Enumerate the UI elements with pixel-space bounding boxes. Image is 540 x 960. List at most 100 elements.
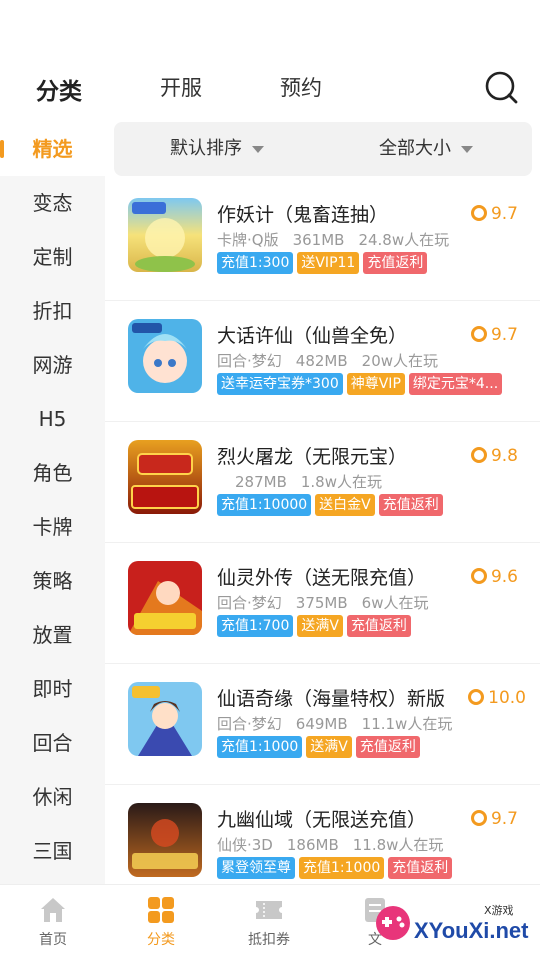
rating-value: 9.7 (490, 204, 518, 224)
game-icon-dahuaxuxian[interactable] (128, 319, 202, 393)
rating-value: 9.8 (490, 446, 518, 466)
medal-icon (470, 205, 487, 221)
sidebar-item-label: 策略 (32, 569, 73, 593)
tag-badge: 送满V (306, 736, 352, 758)
sidebar-item-casual[interactable]: 休闲 (0, 770, 105, 824)
game-size: 649MB (295, 715, 348, 733)
game-players: 11.8w人在玩 (352, 836, 444, 854)
tab-reserve-label: 预约 (280, 76, 322, 100)
size-dropdown-label: 全部大小 (379, 138, 451, 159)
sidebar-item-rpg[interactable]: 角色 (0, 446, 105, 500)
tag-badge: 送VIP11 (297, 252, 360, 274)
medal-icon (470, 447, 487, 463)
sidebar-item-card[interactable]: 卡牌 (0, 500, 105, 554)
game-size: 361MB (292, 231, 345, 249)
search-icon (485, 71, 518, 104)
sidebar-item-turn[interactable]: 回合 (0, 716, 105, 770)
nav-home-label: 首页 (39, 932, 67, 948)
game-meta: 仙侠·3D 186MB 11.8w人在玩 (217, 834, 457, 855)
tab-category[interactable]: 分类 (36, 72, 82, 106)
category-sidebar: 精选 变态 定制 折扣 网游 H5 角色 卡牌 策略 放置 即时 回合 休闲 三… (0, 122, 105, 884)
game-icon-liehuotulong[interactable] (128, 440, 202, 514)
tab-reserve[interactable]: 预约 (280, 72, 322, 102)
tag-badge: 累登领至尊 (217, 857, 295, 879)
sidebar-item-bt[interactable]: 变态 (0, 176, 105, 230)
nav-home[interactable]: 首页 (18, 895, 88, 949)
game-genre: 回合·梦幻 (217, 352, 282, 370)
sidebar-item-label: 休闲 (32, 785, 73, 809)
game-rating: 9.7 (470, 809, 518, 829)
sidebar-item-label: 三国 (32, 839, 73, 863)
list-item[interactable]: 大话许仙（仙兽全免） 回合·梦幻 482MB 20w人在玩 送幸运夺宝券*300 神尊… (105, 301, 540, 422)
game-genre: 卡牌·Q版 (217, 231, 279, 249)
nav-category-label: 分类 (147, 932, 175, 948)
sidebar-item-label: 卡牌 (32, 515, 73, 539)
game-players: 11.1w人在玩 (361, 715, 453, 733)
sidebar-item-realtime[interactable]: 即时 (0, 662, 105, 716)
tag-row: 充值1:700 送满V 充值返利 (217, 615, 415, 637)
game-title: 仙语奇缘（海量特权）新版 (217, 688, 446, 710)
size-dropdown[interactable]: 全部大小 (379, 122, 473, 176)
tag-badge: 充值1:10000 (217, 494, 312, 516)
sidebar-item-featured[interactable]: 精选 (0, 122, 105, 176)
sidebar-item-custom[interactable]: 定制 (0, 230, 105, 284)
list-item[interactable]: 仙语奇缘（海量特权）新版 回合·梦幻 649MB 11.1w人在玩 充值1:1000… (105, 664, 540, 785)
tag-badge: 送白金V (315, 494, 375, 516)
sidebar-item-online[interactable]: 网游 (0, 338, 105, 392)
watermark-text: XYouXi.net (414, 918, 529, 943)
sidebar-active-indicator (0, 140, 4, 158)
game-rating: 9.8 (470, 446, 518, 466)
nav-category[interactable]: 分类 (126, 895, 196, 949)
sort-dropdown[interactable]: 默认排序 (170, 122, 264, 176)
sidebar-item-discount[interactable]: 折扣 (0, 284, 105, 338)
sidebar-item-strategy[interactable]: 策略 (0, 554, 105, 608)
nav-coupon[interactable]: 抵扣券 (234, 895, 304, 949)
game-genre: 回合·梦幻 (217, 594, 282, 612)
tab-open-server[interactable]: 开服 (160, 72, 202, 102)
game-icon-zuoyaoji[interactable] (128, 198, 202, 272)
list-item[interactable]: 烈火屠龙（无限元宝） 287MB 1.8w人在玩 充值1:10000 送白金V 充值返… (105, 422, 540, 543)
medal-icon (468, 689, 485, 705)
filter-bar: 默认排序 全部大小 (114, 122, 532, 176)
tag-badge: 绑定元宝*4... (408, 373, 503, 395)
nav-coupon-label: 抵扣券 (248, 932, 290, 948)
tag-badge: 充值1:1000 (299, 857, 385, 879)
game-icon-jiuyouxianyu[interactable] (128, 803, 202, 877)
tag-badge: 充值返利 (363, 252, 428, 274)
game-genre: 仙侠·3D (217, 836, 273, 854)
tag-badge: 充值1:300 (217, 252, 294, 274)
tag-badge: 充值返利 (346, 615, 411, 637)
caret-down-icon (252, 145, 264, 153)
watermark-small-text: X游戏 (484, 904, 514, 917)
category-icon (148, 897, 174, 923)
sidebar-item-three-kingdoms[interactable]: 三国 (0, 824, 105, 878)
tag-badge: 送幸运夺宝券*300 (217, 373, 343, 395)
game-title: 作妖计（鬼畜连抽） (217, 204, 389, 226)
tag-badge: 送满V (297, 615, 343, 637)
sidebar-item-label: 变态 (32, 191, 73, 215)
sidebar-item-idle[interactable]: 放置 (0, 608, 105, 662)
sidebar-item-h5[interactable]: H5 (0, 392, 105, 446)
sidebar-item-label: 精选 (32, 137, 73, 161)
tab-open-server-label: 开服 (160, 76, 202, 100)
game-title: 九幽仙域（无限送充值） (217, 809, 427, 831)
rating-value: 10.0 (488, 688, 526, 708)
medal-icon (470, 810, 487, 826)
game-meta: 287MB 1.8w人在玩 (235, 471, 396, 492)
list-item[interactable]: 仙灵外传（送无限充值） 回合·梦幻 375MB 6w人在玩 充值1:700 送满V 充值… (105, 543, 540, 664)
game-players: 20w人在玩 (361, 352, 439, 370)
game-icon-xianlingwaizhuan[interactable] (128, 561, 202, 635)
tag-row: 充值1:1000 送满V 充值返利 (217, 736, 424, 758)
list-item[interactable]: 作妖计（鬼畜连抽） 卡牌·Q版 361MB 24.8w人在玩 充值1:300 送VIP… (105, 180, 540, 301)
game-genre: 回合·梦幻 (217, 715, 282, 733)
game-title: 大话许仙（仙兽全免） (217, 325, 408, 347)
game-list: 作妖计（鬼畜连抽） 卡牌·Q版 361MB 24.8w人在玩 充值1:300 送VIP… (105, 180, 540, 906)
search-button[interactable] (484, 70, 518, 104)
game-meta: 卡牌·Q版 361MB 24.8w人在玩 (217, 229, 463, 250)
game-size: 375MB (295, 594, 348, 612)
game-players: 24.8w人在玩 (358, 231, 450, 249)
game-icon-xianyuqiyuan[interactable] (128, 682, 202, 756)
sidebar-item-label: H5 (38, 407, 67, 431)
sort-dropdown-label: 默认排序 (170, 138, 242, 159)
caret-down-icon (461, 145, 473, 153)
